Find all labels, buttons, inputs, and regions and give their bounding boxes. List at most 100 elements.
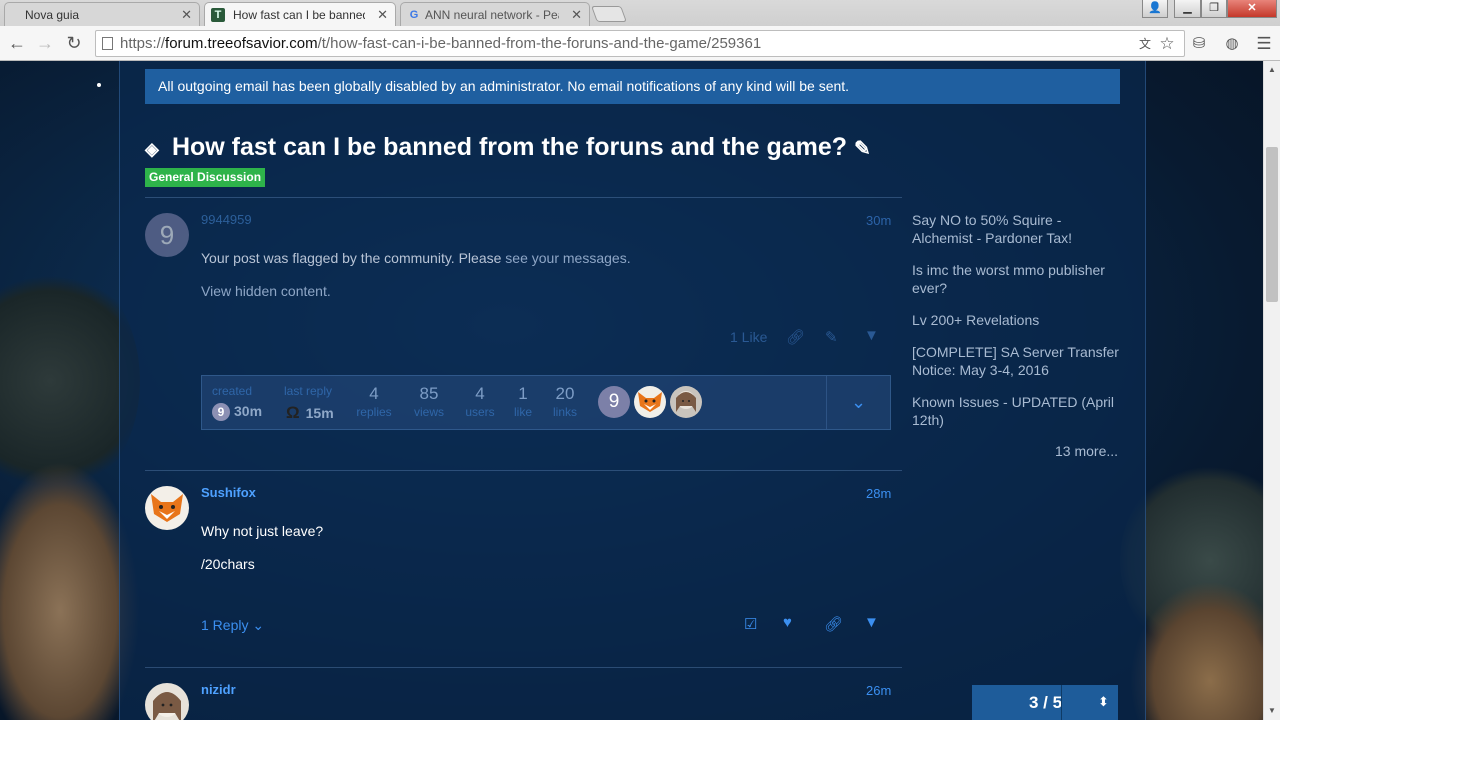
- created-time: 30m: [234, 403, 263, 419]
- view-hidden-content-link[interactable]: View hidden content.: [201, 283, 331, 299]
- post-username[interactable]: 9944959: [201, 212, 252, 227]
- scroll-down-arrow-icon[interactable]: ▼: [1268, 706, 1276, 715]
- avatar: 9: [212, 403, 230, 422]
- tab-google-search[interactable]: G ANN neural network - Pea ✕: [400, 2, 590, 26]
- anime-avatar-icon: [153, 692, 181, 720]
- stat-label: users: [465, 405, 495, 419]
- page-scrollbar[interactable]: ▲ ▼: [1263, 61, 1280, 720]
- flagged-notice: Your post was flagged by the community. …: [201, 250, 631, 266]
- email-disabled-banner: All outgoing email has been globally dis…: [145, 69, 1120, 104]
- chevron-down-icon: ⌄: [252, 617, 265, 633]
- url-path: /t/how-fast-can-i-be-banned-from-the-for…: [317, 35, 762, 52]
- replies-toggle[interactable]: 1 Reply ⌄: [201, 617, 264, 634]
- suggested-topic-link[interactable]: Say NO to 50% Squire - Alchemist - Pardo…: [912, 211, 1122, 247]
- extension-globe-icon[interactable]: ◍: [1222, 34, 1242, 54]
- progress-count: 3 / 5: [1029, 693, 1063, 712]
- heart-icon[interactable]: ♥: [783, 614, 792, 631]
- background-star: [97, 83, 101, 87]
- expand-collapse-icon[interactable]: ⬍: [1098, 694, 1109, 710]
- see-messages-link[interactable]: see your messages.: [505, 250, 630, 266]
- post-username[interactable]: Sushifox: [201, 485, 256, 500]
- google-favicon: G: [409, 9, 419, 21]
- stat-label: like: [513, 405, 532, 419]
- edit-pencil-icon[interactable]: ✎: [854, 138, 871, 160]
- bookmark-icon[interactable]: ▼: [864, 614, 879, 631]
- tree-of-savior-favicon: T: [211, 8, 225, 22]
- page-viewport: All outgoing email has been globally dis…: [0, 61, 1263, 720]
- reload-icon[interactable]: ↻: [63, 32, 85, 54]
- tab-new-tab[interactable]: Nova guia ✕: [4, 2, 200, 26]
- tab-label: Nova guia: [25, 8, 80, 22]
- stat-number: 1: [518, 384, 528, 403]
- suggested-topic-link[interactable]: Known Issues - UPDATED (April 12th): [912, 393, 1122, 429]
- divider: [1061, 685, 1062, 720]
- post-time[interactable]: 26m: [866, 683, 891, 698]
- post-username[interactable]: nizidr: [201, 682, 236, 697]
- last-reply-time: 15m: [305, 405, 334, 421]
- forward-arrow-icon[interactable]: →: [34, 32, 56, 54]
- check-icon[interactable]: ☑: [744, 615, 757, 633]
- close-icon[interactable]: ✕: [181, 7, 192, 23]
- last-reply-label: last reply: [284, 384, 333, 398]
- share-link-icon[interactable]: 🔗︎: [824, 615, 843, 633]
- avatar[interactable]: 9: [145, 213, 189, 257]
- participant-avatar[interactable]: 9: [598, 386, 630, 418]
- topic-title-text[interactable]: How fast can I be banned from the foruns…: [172, 133, 847, 161]
- divider: [145, 470, 902, 471]
- suggested-topic-link[interactable]: [COMPLETE] SA Server Transfer Notice: Ma…: [912, 343, 1122, 379]
- tab-label: How fast can I be banned: [233, 8, 365, 22]
- new-tab-button[interactable]: [591, 6, 627, 22]
- menu-icon[interactable]: ☰: [1254, 34, 1274, 54]
- stat-number: 85: [419, 384, 439, 403]
- share-link-icon[interactable]: 🔗︎: [786, 328, 805, 346]
- avatar[interactable]: [145, 486, 189, 530]
- browser-window: Nova guia ✕ T How fast can I be banned ✕…: [0, 0, 1280, 720]
- post-time[interactable]: 28m: [866, 486, 891, 501]
- url-host: forum.treeofsavior.com: [165, 35, 318, 52]
- topic-map: created 9 30m last reply Ω 15m 4 replies 85…: [201, 375, 891, 430]
- window-close-button[interactable]: ✕: [1227, 0, 1277, 18]
- anime-avatar-icon: [676, 391, 696, 412]
- stat-users: 4 users: [460, 384, 500, 419]
- user-icon[interactable]: 👤: [1142, 0, 1168, 18]
- scroll-up-arrow-icon[interactable]: ▲: [1268, 65, 1276, 74]
- replies-count: 1 Reply: [201, 617, 249, 633]
- url-prefix: https://: [120, 35, 166, 52]
- stat-number: 4: [369, 384, 379, 403]
- fox-avatar-icon: [638, 392, 662, 412]
- post-time[interactable]: 30m: [866, 213, 891, 228]
- created-value: 9 30m: [212, 403, 263, 422]
- address-bar[interactable]: https://forum.treeofsavior.com/t/how-fas…: [95, 30, 1185, 57]
- stat-number: 20: [555, 384, 575, 403]
- last-reply-value: Ω 15m: [286, 403, 334, 423]
- divider: [145, 667, 902, 668]
- tab-forum-topic[interactable]: T How fast can I be banned ✕: [204, 2, 396, 26]
- post-body-line: Why not just leave?: [201, 523, 324, 539]
- suggested-topic-link[interactable]: Is imc the worst mmo publisher ever?: [912, 261, 1122, 297]
- close-icon[interactable]: ✕: [377, 7, 388, 23]
- chevron-down-icon[interactable]: ⌄: [826, 376, 890, 429]
- edit-pencil-icon[interactable]: ✎: [825, 328, 838, 346]
- page-icon: [102, 37, 113, 50]
- close-icon[interactable]: ✕: [571, 7, 582, 23]
- back-arrow-icon[interactable]: ←: [6, 32, 28, 54]
- participant-avatar-anime[interactable]: [670, 386, 702, 418]
- suggested-topic-link[interactable]: Lv 200+ Revelations: [912, 311, 1122, 329]
- category-badge[interactable]: General Discussion: [145, 168, 266, 187]
- tab-label: ANN neural network - Pea: [425, 8, 559, 22]
- translate-icon[interactable]: 文: [1135, 34, 1155, 54]
- stat-label: links: [552, 405, 577, 419]
- more-topics-link[interactable]: 13 more...: [1055, 443, 1118, 459]
- scrollbar-thumb[interactable]: [1266, 147, 1278, 302]
- minimize-button[interactable]: ▁: [1174, 0, 1201, 18]
- maximize-button[interactable]: ❐: [1201, 0, 1227, 18]
- bookmark-icon[interactable]: ▼: [864, 327, 879, 344]
- participant-avatar-fox[interactable]: [634, 386, 666, 418]
- fox-avatar-icon: [151, 494, 183, 522]
- bookmark-star-icon[interactable]: ☆: [1157, 34, 1177, 54]
- topic-progress[interactable]: 3 / 5 ⬍: [972, 685, 1118, 720]
- avatar[interactable]: [145, 683, 189, 720]
- extension-icon[interactable]: ⛁: [1189, 34, 1209, 54]
- like-count[interactable]: 1 Like: [730, 329, 767, 345]
- stat-replies: 4 replies: [354, 384, 394, 419]
